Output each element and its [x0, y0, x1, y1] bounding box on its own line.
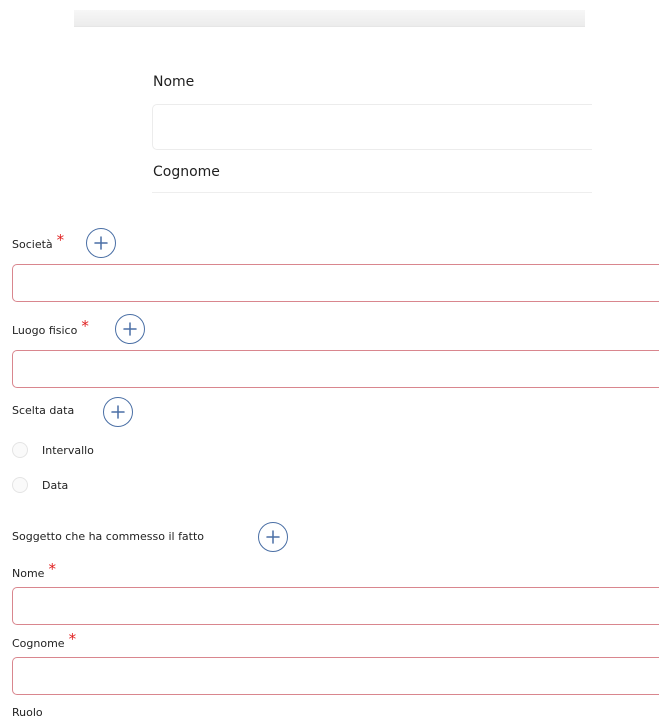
radio-data-label: Data — [42, 478, 69, 492]
scelta-data-label: Scelta data — [12, 404, 75, 417]
required-marker: * — [68, 630, 77, 648]
upper-nome-label: Nome — [153, 74, 195, 90]
nome-input[interactable] — [12, 587, 659, 625]
required-marker: * — [81, 317, 89, 335]
cognome-input[interactable] — [12, 657, 659, 695]
upper-nome-input[interactable] — [152, 104, 592, 150]
add-societa-button[interactable] — [86, 228, 116, 258]
upper-cognome-label: Cognome — [153, 164, 220, 180]
radio-circle[interactable] — [12, 442, 28, 458]
radio-intervallo-label: Intervallo — [42, 443, 94, 457]
plus-icon — [266, 530, 280, 544]
add-soggetto-button[interactable] — [258, 522, 288, 552]
soggetto-label: Soggetto che ha commesso il fatto — [12, 530, 205, 543]
radio-intervallo[interactable]: Intervallo — [12, 440, 94, 460]
luogo-fisico-input[interactable] — [12, 350, 659, 388]
luogo-fisico-label: Luogo fisico * — [12, 317, 89, 337]
ruolo-label: Ruolo — [12, 706, 43, 719]
upper-cognome-input[interactable] — [152, 192, 592, 193]
top-toolbar — [74, 10, 585, 27]
radio-circle[interactable] — [12, 477, 28, 493]
plus-icon — [123, 322, 137, 336]
societa-input[interactable] — [12, 264, 659, 302]
radio-data[interactable]: Data — [12, 475, 68, 495]
cognome-label: Cognome * — [12, 630, 77, 650]
required-marker: * — [48, 560, 56, 578]
plus-icon — [94, 236, 108, 250]
nome-label: Nome * — [12, 560, 56, 580]
add-luogo-fisico-button[interactable] — [115, 314, 145, 344]
required-marker: * — [56, 231, 65, 249]
societa-label: Società * — [12, 231, 65, 251]
add-scelta-data-button[interactable] — [103, 397, 133, 427]
plus-icon — [111, 405, 125, 419]
